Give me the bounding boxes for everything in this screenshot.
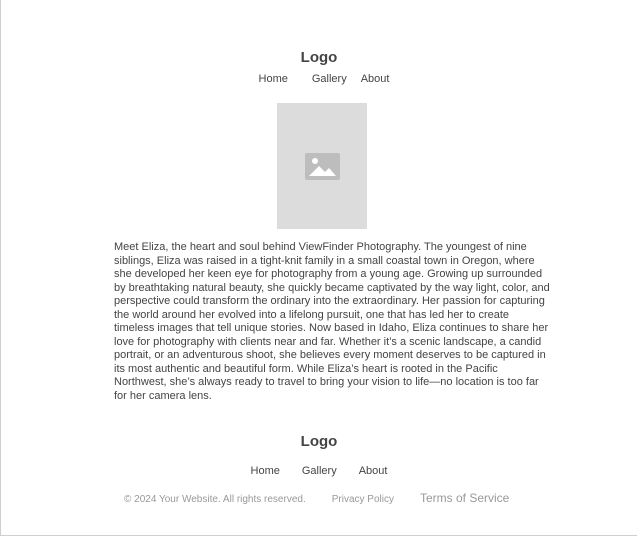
site-footer: Logo Home Gallery About bbox=[1, 432, 637, 478]
header-nav: Home Gallery About bbox=[1, 72, 637, 86]
nav-home[interactable]: Home bbox=[259, 72, 288, 86]
image-placeholder-icon bbox=[304, 152, 340, 180]
footer-bottom: © 2024 Your Website. All rights reserved… bbox=[124, 491, 509, 505]
footer-nav-about[interactable]: About bbox=[359, 464, 388, 478]
site-header: Logo Home Gallery About bbox=[1, 48, 637, 86]
nav-gallery[interactable]: Gallery bbox=[312, 72, 347, 86]
header-logo[interactable]: Logo bbox=[1, 48, 637, 68]
footer-nav-gallery[interactable]: Gallery bbox=[302, 464, 337, 478]
footer-nav-home[interactable]: Home bbox=[251, 464, 280, 478]
page: Logo Home Gallery About Meet Eliza, the he… bbox=[0, 0, 637, 536]
nav-about[interactable]: About bbox=[361, 72, 390, 86]
bio-text: Meet Eliza, the heart and soul behind Vi… bbox=[114, 241, 550, 402]
footer-nav: Home Gallery About bbox=[1, 464, 637, 478]
terms-of-service-link[interactable]: Terms of Service bbox=[420, 491, 509, 505]
copyright-text: © 2024 Your Website. All rights reserved… bbox=[124, 494, 306, 505]
privacy-policy-link[interactable]: Privacy Policy bbox=[332, 494, 394, 505]
profile-image bbox=[277, 103, 367, 229]
footer-logo[interactable]: Logo bbox=[1, 432, 637, 452]
